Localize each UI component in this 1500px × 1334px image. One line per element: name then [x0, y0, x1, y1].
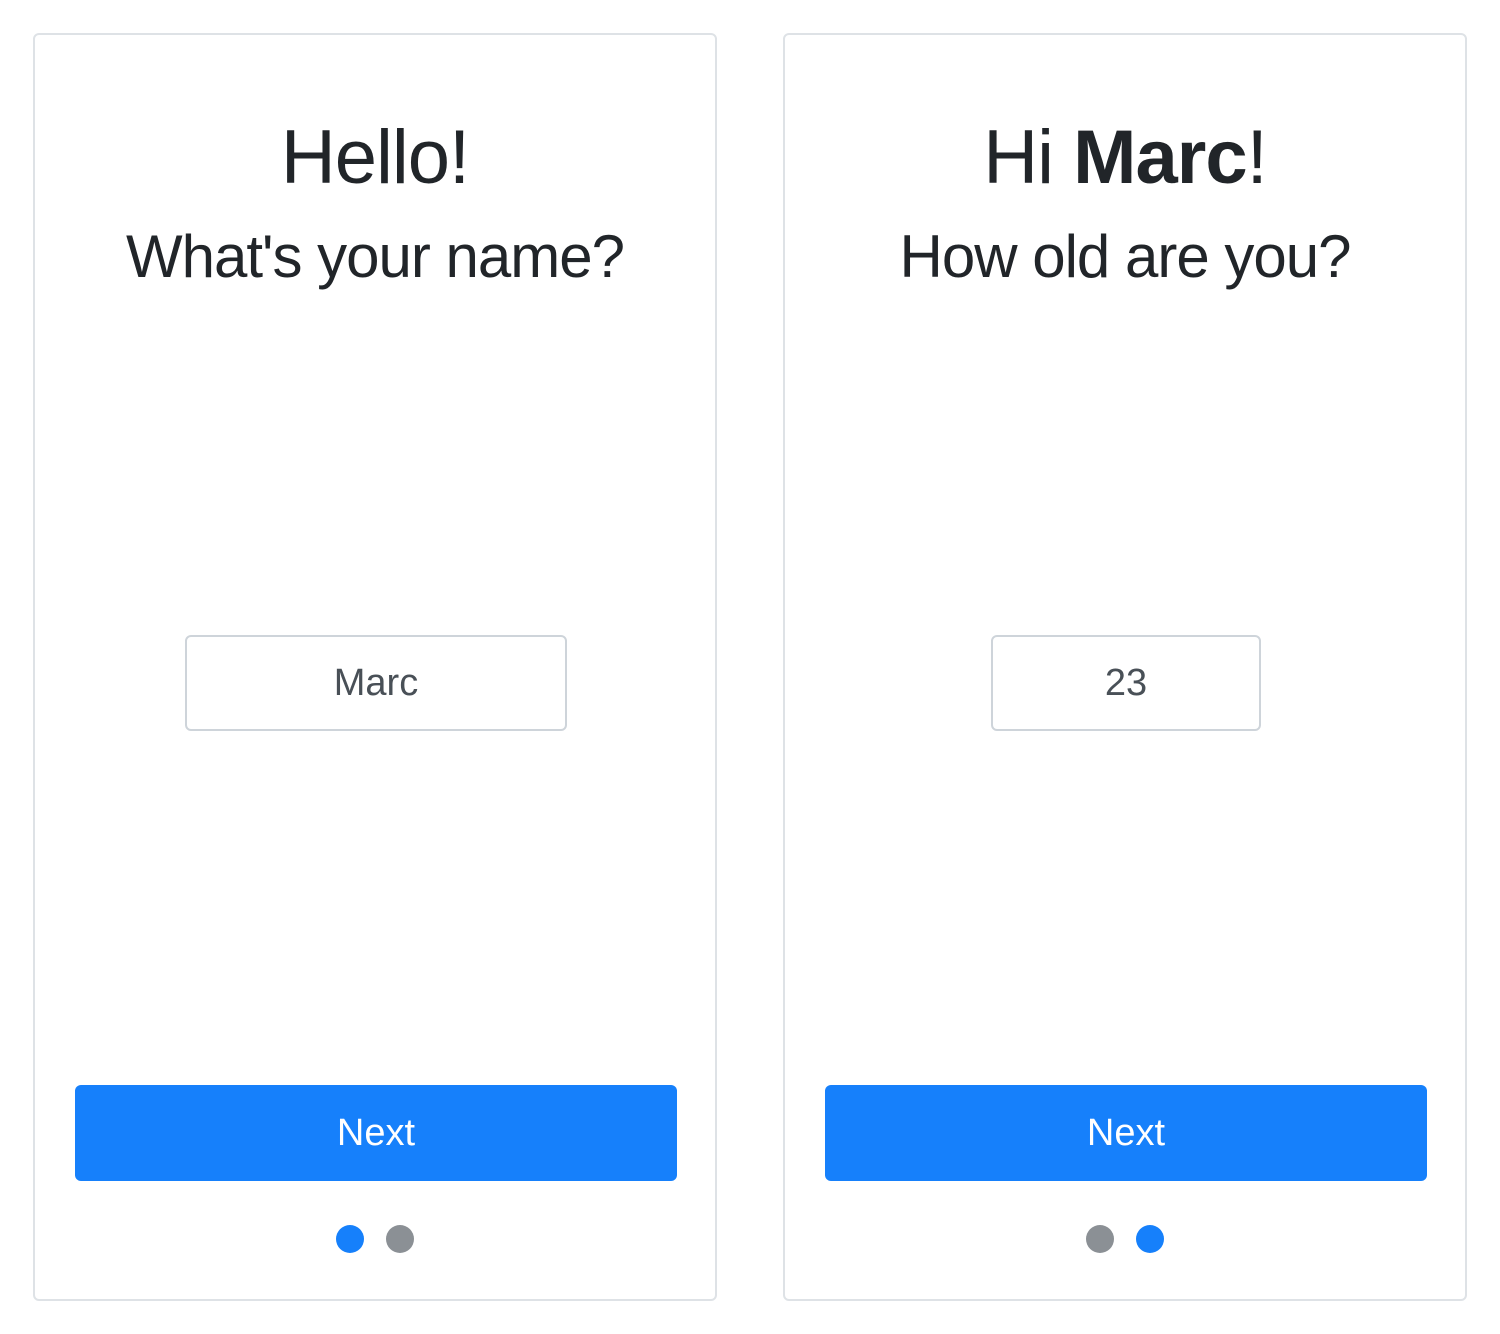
pagination-dot-1[interactable] [336, 1225, 364, 1253]
greeting-heading: Hi Marc! [785, 113, 1465, 203]
question-text: What's your name? [125, 223, 625, 290]
greeting-heading: Hello! [280, 115, 470, 200]
age-input[interactable] [991, 635, 1261, 731]
pagination-dot-1[interactable] [1086, 1225, 1114, 1253]
greeting-suffix: ! [1246, 115, 1268, 200]
name-input[interactable] [185, 635, 567, 731]
greeting-prefix: Hi [983, 115, 1074, 200]
greeting-name: Marc [1073, 115, 1247, 200]
question-text: How old are you? [899, 223, 1352, 290]
pagination-dot-2[interactable] [386, 1225, 414, 1253]
next-button[interactable]: Next [825, 1085, 1427, 1181]
pagination-dots [35, 1225, 715, 1253]
step-card-age: Hi Marc! How old are you? Next [783, 33, 1467, 1301]
next-button[interactable]: Next [75, 1085, 677, 1181]
step-card-name: Hello! What's your name? Next [33, 33, 717, 1301]
pagination-dots [785, 1225, 1465, 1253]
pagination-dot-2[interactable] [1136, 1225, 1164, 1253]
